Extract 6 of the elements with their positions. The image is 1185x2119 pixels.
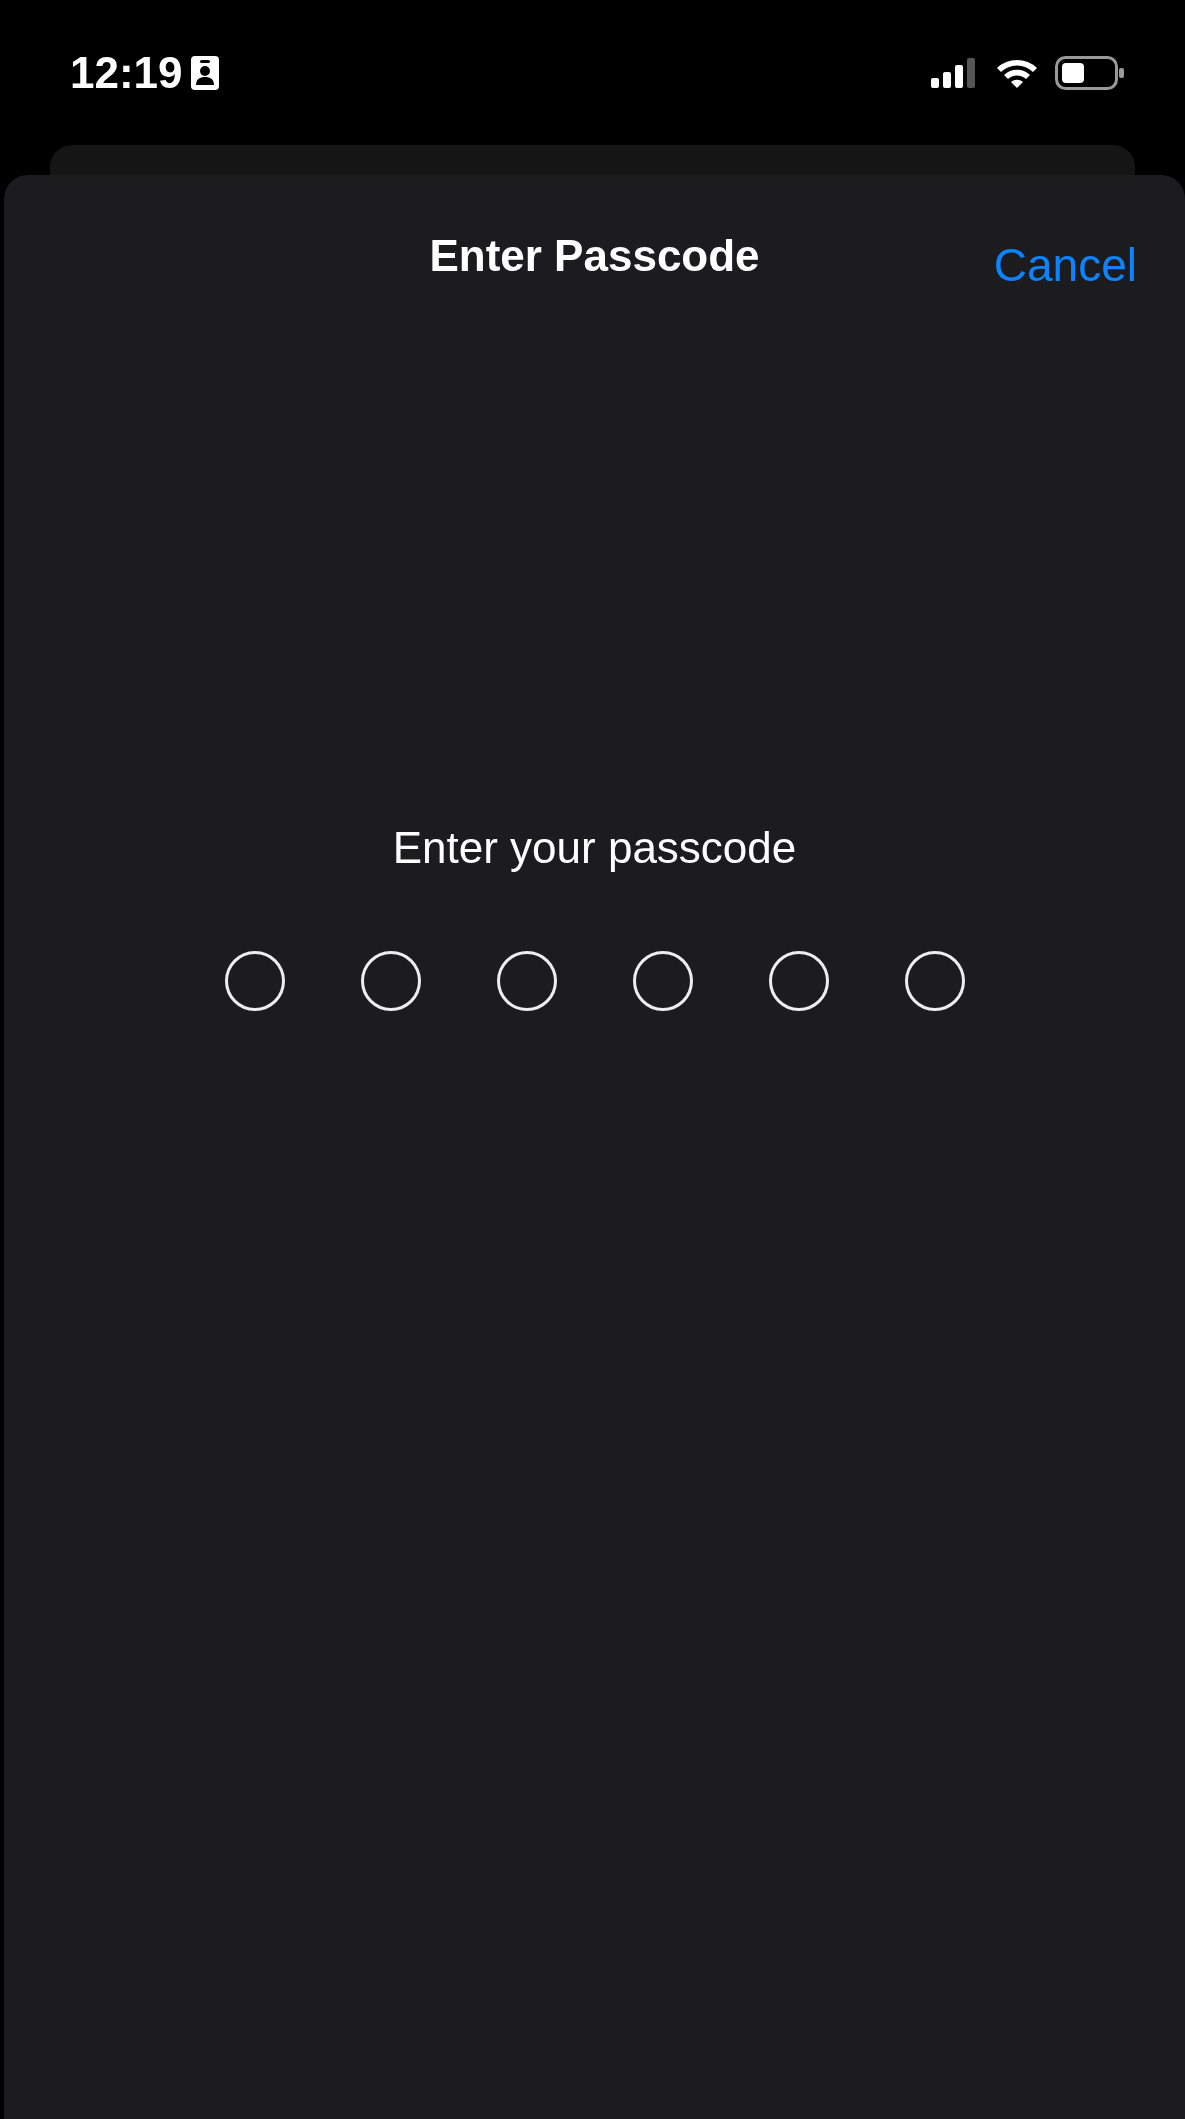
battery-icon — [1055, 55, 1125, 90]
passcode-prompt: Enter your passcode — [392, 822, 797, 874]
id-card-icon — [190, 55, 219, 90]
sheet-title: Enter Passcode — [429, 231, 760, 280]
status-time: 12:19 — [70, 46, 183, 99]
cancel-button[interactable]: Cancel — [993, 231, 1137, 300]
